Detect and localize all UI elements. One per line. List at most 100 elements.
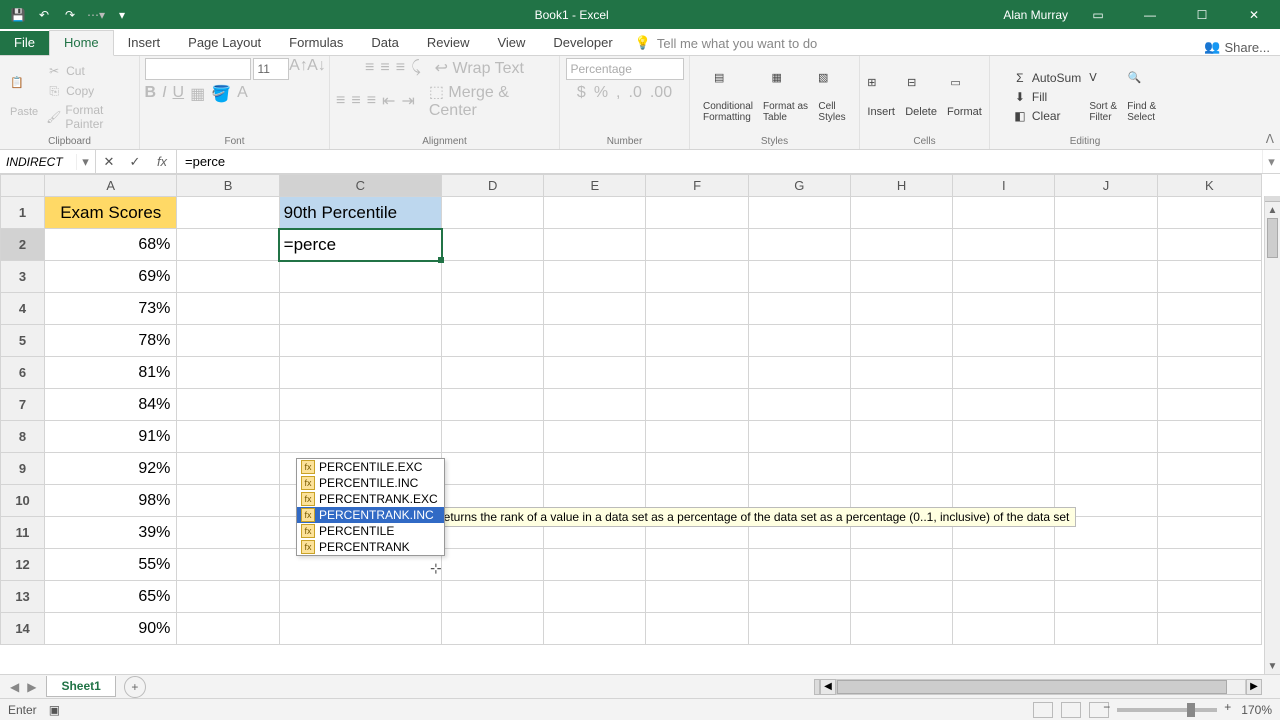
col-head-F[interactable]: F: [646, 175, 748, 197]
row-head-7[interactable]: 7: [1, 389, 45, 421]
ac-item[interactable]: fxPERCENTRANK.INC: [297, 507, 444, 523]
cell-F5[interactable]: [646, 325, 748, 357]
cell-E1[interactable]: [544, 197, 646, 229]
cell-I13[interactable]: [953, 581, 1055, 613]
ac-item[interactable]: fxPERCENTRANK.EXC: [297, 491, 444, 507]
tab-prev-icon[interactable]: ◀: [10, 680, 19, 694]
col-head-G[interactable]: G: [748, 175, 850, 197]
row-head-6[interactable]: 6: [1, 357, 45, 389]
vertical-scrollbar[interactable]: ▲ ▼: [1264, 196, 1280, 674]
row-head-4[interactable]: 4: [1, 293, 45, 325]
zoom-level[interactable]: 170%: [1241, 703, 1272, 717]
cell-F9[interactable]: [646, 453, 748, 485]
qat-more-icon[interactable]: ⋯▾: [84, 3, 108, 27]
col-head-B[interactable]: B: [177, 175, 279, 197]
cell-I7[interactable]: [953, 389, 1055, 421]
page-layout-view-icon[interactable]: [1061, 702, 1081, 718]
cell-F6[interactable]: [646, 357, 748, 389]
cell-J6[interactable]: [1055, 357, 1157, 389]
cell-D8[interactable]: [442, 421, 544, 453]
cell-G8[interactable]: [748, 421, 850, 453]
hscroll-thumb[interactable]: [837, 680, 1227, 694]
cell-C4[interactable]: [279, 293, 441, 325]
col-head-K[interactable]: K: [1157, 175, 1261, 197]
cell-I9[interactable]: [953, 453, 1055, 485]
cell-B12[interactable]: [177, 549, 279, 581]
name-box[interactable]: [0, 155, 76, 169]
cell-J8[interactable]: [1055, 421, 1157, 453]
select-all[interactable]: [1, 175, 45, 197]
cell-E2[interactable]: [544, 229, 646, 261]
row-head-5[interactable]: 5: [1, 325, 45, 357]
cell-B8[interactable]: [177, 421, 279, 453]
cell-D6[interactable]: [442, 357, 544, 389]
cell-F13[interactable]: [646, 581, 748, 613]
qat-customize-icon[interactable]: ▾: [110, 3, 134, 27]
cell-F4[interactable]: [646, 293, 748, 325]
row-head-12[interactable]: 12: [1, 549, 45, 581]
cell-E12[interactable]: [544, 549, 646, 581]
cell-D12[interactable]: [442, 549, 544, 581]
cell-D4[interactable]: [442, 293, 544, 325]
cell-G1[interactable]: [748, 197, 850, 229]
cell-B2[interactable]: [177, 229, 279, 261]
cell-K9[interactable]: [1157, 453, 1261, 485]
tab-next-icon[interactable]: ▶: [27, 680, 36, 694]
cell-E4[interactable]: [544, 293, 646, 325]
cell-I14[interactable]: [953, 613, 1055, 645]
cell-H2[interactable]: [850, 229, 952, 261]
cell-K13[interactable]: [1157, 581, 1261, 613]
cell-F8[interactable]: [646, 421, 748, 453]
cell-F14[interactable]: [646, 613, 748, 645]
tab-page-layout[interactable]: Page Layout: [174, 31, 275, 55]
cell-B5[interactable]: [177, 325, 279, 357]
ac-item[interactable]: fxPERCENTILE.EXC: [297, 459, 444, 475]
cell-H13[interactable]: [850, 581, 952, 613]
cell-H9[interactable]: [850, 453, 952, 485]
cell-C1[interactable]: 90th Percentile: [279, 197, 441, 229]
cell-D9[interactable]: [442, 453, 544, 485]
cell-D1[interactable]: [442, 197, 544, 229]
cell-H5[interactable]: [850, 325, 952, 357]
cell-K11[interactable]: [1157, 517, 1261, 549]
name-box-dropdown-icon[interactable]: ▾: [76, 154, 94, 170]
cell-styles-button[interactable]: ▧Cell Styles: [814, 69, 850, 125]
conditional-formatting-button[interactable]: ▤Conditional Formatting: [699, 69, 757, 125]
row-head-13[interactable]: 13: [1, 581, 45, 613]
cell-J14[interactable]: [1055, 613, 1157, 645]
cell-J9[interactable]: [1055, 453, 1157, 485]
cell-E13[interactable]: [544, 581, 646, 613]
cell-E6[interactable]: [544, 357, 646, 389]
cell-G4[interactable]: [748, 293, 850, 325]
scroll-down-icon[interactable]: ▼: [1265, 658, 1280, 674]
cell-I4[interactable]: [953, 293, 1055, 325]
cell-H14[interactable]: [850, 613, 952, 645]
cell-K4[interactable]: [1157, 293, 1261, 325]
tab-file[interactable]: File: [0, 31, 49, 55]
zoom-slider[interactable]: [1117, 708, 1217, 712]
cell-F12[interactable]: [646, 549, 748, 581]
cell-C7[interactable]: [279, 389, 441, 421]
cancel-formula-icon[interactable]: ✕: [96, 154, 122, 170]
col-head-A[interactable]: A: [45, 175, 177, 197]
undo-icon[interactable]: ↶: [32, 3, 56, 27]
cell-A11[interactable]: 39%: [45, 517, 177, 549]
save-icon[interactable]: 💾: [6, 3, 30, 27]
cell-H3[interactable]: [850, 261, 952, 293]
cell-E9[interactable]: [544, 453, 646, 485]
ac-item[interactable]: fxPERCENTRANK: [297, 539, 444, 555]
cell-K8[interactable]: [1157, 421, 1261, 453]
cell-K14[interactable]: [1157, 613, 1261, 645]
cell-J5[interactable]: [1055, 325, 1157, 357]
tab-home[interactable]: Home: [49, 30, 114, 56]
cell-H1[interactable]: [850, 197, 952, 229]
cell-J3[interactable]: [1055, 261, 1157, 293]
cell-D2[interactable]: [442, 229, 544, 261]
cell-I8[interactable]: [953, 421, 1055, 453]
cell-H4[interactable]: [850, 293, 952, 325]
zoom-thumb[interactable]: [1187, 703, 1195, 717]
cell-C3[interactable]: [279, 261, 441, 293]
cell-I12[interactable]: [953, 549, 1055, 581]
cell-A8[interactable]: 91%: [45, 421, 177, 453]
col-head-H[interactable]: H: [850, 175, 952, 197]
